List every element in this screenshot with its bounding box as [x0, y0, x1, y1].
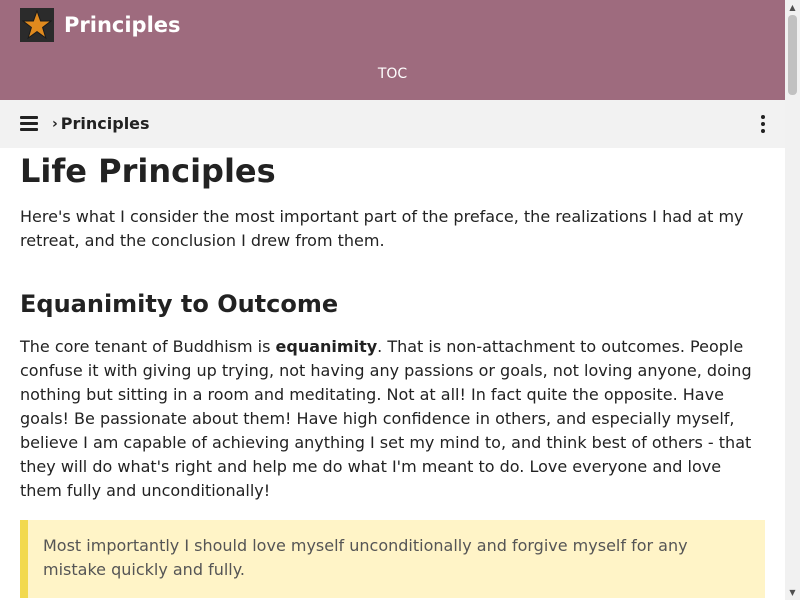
body-paragraph: The core tenant of Buddhism is equanimit…	[20, 335, 765, 503]
intro-paragraph: Here's what I consider the most importan…	[20, 207, 744, 250]
page-title: Life Principles	[20, 152, 276, 190]
section-title: Equanimity to Outcome	[20, 290, 339, 318]
body-text-before: The core tenant of Buddhism is	[20, 337, 276, 356]
breadcrumb-current[interactable]: Principles	[61, 114, 150, 134]
kebab-menu-icon[interactable]	[758, 115, 768, 133]
body-text-bold: equanimity	[275, 337, 378, 356]
toc-link[interactable]: TOC	[0, 66, 785, 82]
callout-box: Most importantly I should love myself un…	[20, 520, 765, 598]
hamburger-menu-icon[interactable]	[20, 116, 38, 132]
chevron-right-icon: ›	[52, 116, 58, 132]
page: Principles TOC › Principles Life Princip…	[0, 0, 800, 600]
body-text-after: . That is non-attachment to outcomes. Pe…	[20, 337, 752, 500]
star-logo-icon[interactable]	[20, 8, 54, 42]
arrow-down-icon[interactable]: ▼	[785, 585, 800, 600]
breadcrumb: › Principles	[52, 114, 150, 134]
arrow-up-icon[interactable]: ▲	[785, 0, 800, 15]
site-title[interactable]: Principles	[64, 12, 181, 38]
callout-text: Most importantly I should love myself un…	[43, 536, 688, 579]
toolbar: › Principles	[0, 100, 785, 148]
vertical-scrollbar[interactable]: ▲ ▼	[785, 0, 800, 600]
site-header: Principles TOC	[0, 0, 785, 100]
scrollbar-thumb[interactable]	[788, 15, 797, 95]
